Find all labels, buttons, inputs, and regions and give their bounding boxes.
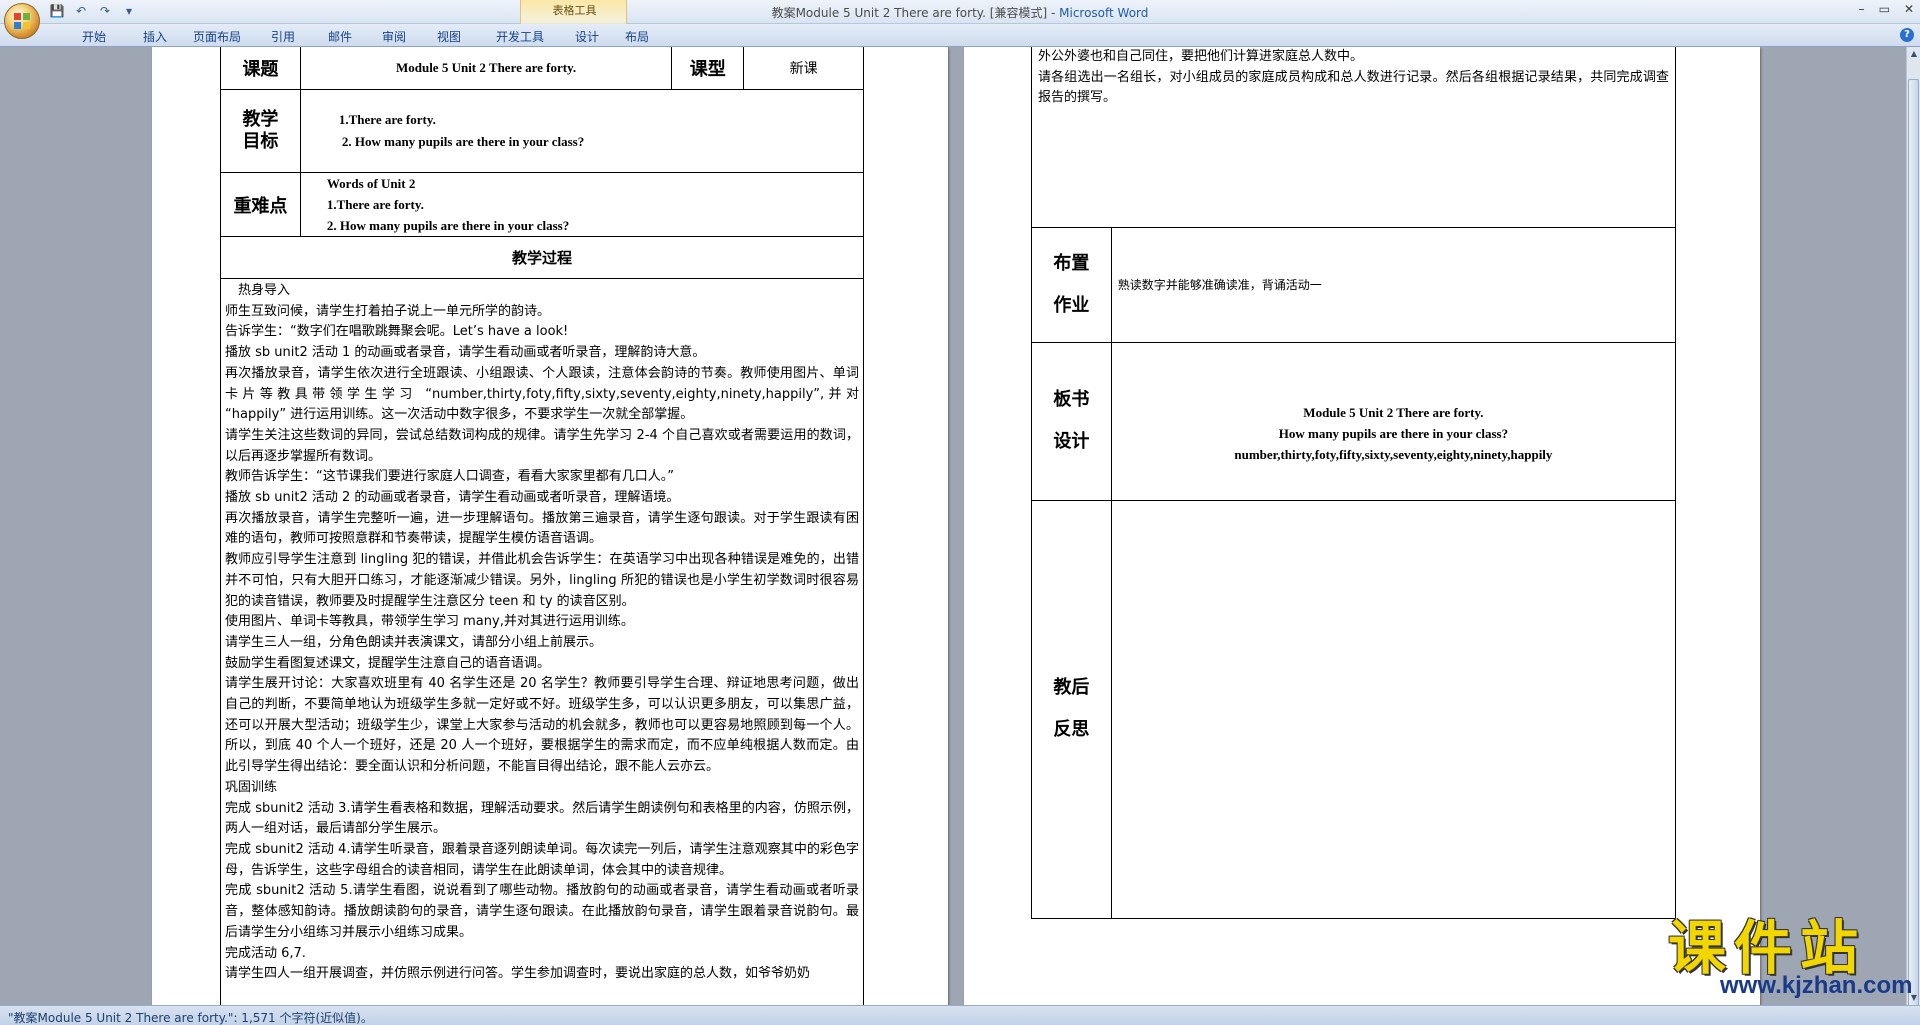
board-design-cell[interactable]: Module 5 Unit 2 There are forty. How man… <box>1110 341 1677 501</box>
lesson-table-1: 课题 Module 5 Unit 2 There are forty. 课型 新… <box>220 47 865 1005</box>
tab-view[interactable]: 视图 <box>420 28 478 45</box>
board-line: Module 5 Unit 2 There are forty. <box>1303 404 1484 420</box>
process-line: 请学生展开讨论：大家喜欢班里有 40 名学生还是 20 名学生？教师要引导学生合… <box>225 676 859 775</box>
page-1[interactable]: 课题 Module 5 Unit 2 There are forty. 课型 新… <box>152 47 948 1005</box>
process-line: 请学生四人一组开展调查，并仿照示例进行问答。学生参加调查时，要说出家庭的总人数，… <box>225 966 811 982</box>
process-line: 告诉学生：“数字们在唱歌跳舞聚会呢。Let’s have a look! <box>225 324 569 340</box>
key-line: 2. How many pupils are there in your cla… <box>326 218 570 233</box>
tab-mailings[interactable]: 邮件 <box>312 28 368 45</box>
goals-cell[interactable]: 1.There are forty. 2. How many pupils ar… <box>299 89 865 173</box>
key-line: Words of Unit 2 <box>326 176 416 191</box>
process-continued-text: 外公外婆也和自己同住，要把他们计算进家庭总人数中。 请各组选出一名组长，对小组成… <box>1038 47 1669 109</box>
homework-label-line: 作业 <box>1053 294 1090 316</box>
goals-label: 教学 目标 <box>220 89 301 173</box>
process-label: 教学过程 <box>220 236 864 279</box>
type-value[interactable]: 新课 <box>743 47 864 90</box>
window-title: 教案Module 5 Unit 2 There are forty. [兼容模式… <box>0 4 1920 21</box>
process-cell[interactable]: 热身导入师生互致问候，请学生打着拍子说上一单元所学的韵诗。告诉学生：“数字们在唱… <box>220 278 864 1005</box>
process-line: 外公外婆也和自己同住，要把他们计算进家庭总人数中。 <box>1038 49 1364 64</box>
title-bar: 💾 ↶ ↷ ▾ 表格工具 教案Module 5 Unit 2 There are… <box>0 0 1920 46</box>
tab-design[interactable]: 设计 <box>562 28 612 45</box>
process-line: 完成 sbunit2 活动 4.请学生听录音，跟着录音逐列朗读单词。每次读完一列… <box>225 841 859 878</box>
process-line: 完成活动 6,7. <box>225 945 306 961</box>
reflection-label: 教后 反思 <box>1031 499 1112 919</box>
process-line: 教师告诉学生：“这节课我们要进行家庭人口调查，看看大家家里都有几口人。” <box>225 469 674 485</box>
app-name: Microsoft Word <box>1059 6 1149 20</box>
window-controls: – ▭ ✕ <box>1859 2 1914 16</box>
tab-layout[interactable]: 布局 <box>612 28 662 45</box>
watermark-logo: 课件站 www.kjzhan.com <box>1668 914 1913 1000</box>
board-label-line: 设计 <box>1053 431 1090 452</box>
board-design-label: 板书 设计 <box>1031 341 1112 501</box>
maximize-button[interactable]: ▭ <box>1879 2 1890 16</box>
homework-label: 布置 作业 <box>1031 226 1112 343</box>
key-points-label: 重难点 <box>220 172 301 237</box>
key-points-cell[interactable]: Words of Unit 2 1.There are forty. 2. Ho… <box>299 172 865 237</box>
key-line: 1.There are forty. <box>326 197 424 212</box>
process-line: 巩固训练 <box>225 779 278 795</box>
document-workspace[interactable]: 课题 Module 5 Unit 2 There are forty. 课型 新… <box>0 47 1906 1005</box>
process-line: 师生互致问候，请学生打着拍子说上一单元所学的韵诗。 <box>225 303 551 319</box>
process-line: 完成 sbunit2 活动 5.请学生看图，说说看到了哪些动物。播放韵句的动画或… <box>225 883 859 940</box>
watermark-url: www.kjzhan.com <box>1720 972 1913 999</box>
ribbon-tabs: 开始 插入 页面布局 引用 邮件 审阅 视图 开发工具 设计 布局 <box>58 28 662 45</box>
ribbon: 开始 插入 页面布局 引用 邮件 审阅 视图 开发工具 设计 布局 ? <box>0 24 1920 47</box>
page-2[interactable]: 外公外婆也和自己同住，要把他们计算进家庭总人数中。 请各组选出一名组长，对小组成… <box>964 47 1760 1005</box>
homework-text: 熟读数字并能够准确读准，背诵活动一 <box>1117 278 1322 292</box>
reflection-label-line: 教后 <box>1053 677 1090 698</box>
type-label: 课型 <box>671 47 745 90</box>
process-text: 热身导入师生互致问候，请学生打着拍子说上一单元所学的韵诗。告诉学生：“数字们在唱… <box>225 281 859 985</box>
process-line: 完成 sbunit2 活动 3.请学生看表格和数据，理解活动要求。然后请学生朗读… <box>225 800 859 837</box>
goals-label-line: 教学 <box>242 109 279 130</box>
help-icon[interactable]: ? <box>1900 28 1914 42</box>
process-continued-cell[interactable]: 外公外婆也和自己同住，要把他们计算进家庭总人数中。 请各组选出一名组长，对小组成… <box>1031 47 1676 228</box>
process-line: 请各组选出一名组长，对小组成员的家庭成员构成和总人数进行记录。然后各组根据记录结… <box>1038 69 1669 106</box>
homework-label-line: 布置 <box>1053 252 1090 274</box>
document-title: 教案Module 5 Unit 2 There are forty. [兼容模式… <box>771 6 1060 20</box>
tab-page-layout[interactable]: 页面布局 <box>180 28 254 45</box>
lesson-table-2: 外公外婆也和自己同住，要把他们计算进家庭总人数中。 请各组选出一名组长，对小组成… <box>1031 47 1677 919</box>
board-label-line: 板书 <box>1053 389 1090 410</box>
title-value[interactable]: Module 5 Unit 2 There are forty. <box>299 47 673 90</box>
scrollbar-thumb[interactable] <box>1908 79 1919 1025</box>
status-text: "教案Module 5 Unit 2 There are forty.": 1,… <box>8 1011 373 1025</box>
process-line: 使用图片、单词卡等教具，带领学生学习 many,并对其进行运用训练。 <box>225 614 634 630</box>
process-line: 播放 sb unit2 活动 2 的动画或者录音，请学生看动画或者听录音，理解语… <box>225 490 680 506</box>
process-line: 再次播放录音，请学生依次进行全班跟读、小组跟读、个人跟读，注意体会韵诗的节奏。教… <box>225 365 859 423</box>
goal-line: 2. How many pupils are there in your cla… <box>341 134 585 149</box>
title-label: 课题 <box>220 47 301 90</box>
tab-insert[interactable]: 插入 <box>130 28 180 45</box>
process-line: 教师应引导学生注意到 lingling 犯的错误，并借此机会告诉学生：在英语学习… <box>225 552 859 609</box>
reflection-cell[interactable] <box>1110 499 1677 919</box>
tab-developer[interactable]: 开发工具 <box>478 28 562 45</box>
tab-review[interactable]: 审阅 <box>368 28 420 45</box>
tab-home[interactable]: 开始 <box>58 28 130 45</box>
process-line: 播放 sb unit2 活动 1 的动画或者录音，请学生看动画或者听录音，理解韵… <box>225 345 706 361</box>
reflection-label-line: 反思 <box>1053 719 1090 740</box>
process-line: 鼓励学生看图复述课文，提醒学生注意自己的语音语调。 <box>225 655 551 671</box>
tab-references[interactable]: 引用 <box>254 28 312 45</box>
goals-label-line: 目标 <box>242 131 279 152</box>
status-bar: "教案Module 5 Unit 2 There are forty.": 1,… <box>0 1005 1920 1025</box>
board-line: number,thirty,foty,fifty,sixty,seventy,e… <box>1234 446 1553 462</box>
process-line: 热身导入 <box>225 283 291 298</box>
watermark-cn: 课件站 <box>1668 914 1867 982</box>
office-button[interactable] <box>4 3 40 39</box>
vertical-scrollbar[interactable]: ▲ ▼ <box>1906 47 1920 1025</box>
process-line: 请学生关注这些数词的异同，尝试总结数词构成的规律。请学生先学习 2-4 个自己喜… <box>225 427 859 464</box>
scroll-up-icon[interactable]: ▲ <box>1907 47 1920 61</box>
office-logo-icon <box>14 13 30 29</box>
close-button[interactable]: ✕ <box>1904 2 1914 16</box>
homework-cell[interactable]: 熟读数字并能够准确读准，背诵活动一 <box>1110 226 1677 343</box>
minimize-button[interactable]: – <box>1859 2 1865 16</box>
process-line: 请学生三人一组，分角色朗读并表演课文，请部分小组上前展示。 <box>225 634 603 650</box>
board-line: How many pupils are there in your class? <box>1278 425 1509 441</box>
goal-line: 1.There are forty. <box>338 112 436 127</box>
process-line: 再次播放录音，请学生完整听一遍，进一步理解语句。播放第三遍录音，请学生逐句跟读。… <box>225 510 859 547</box>
